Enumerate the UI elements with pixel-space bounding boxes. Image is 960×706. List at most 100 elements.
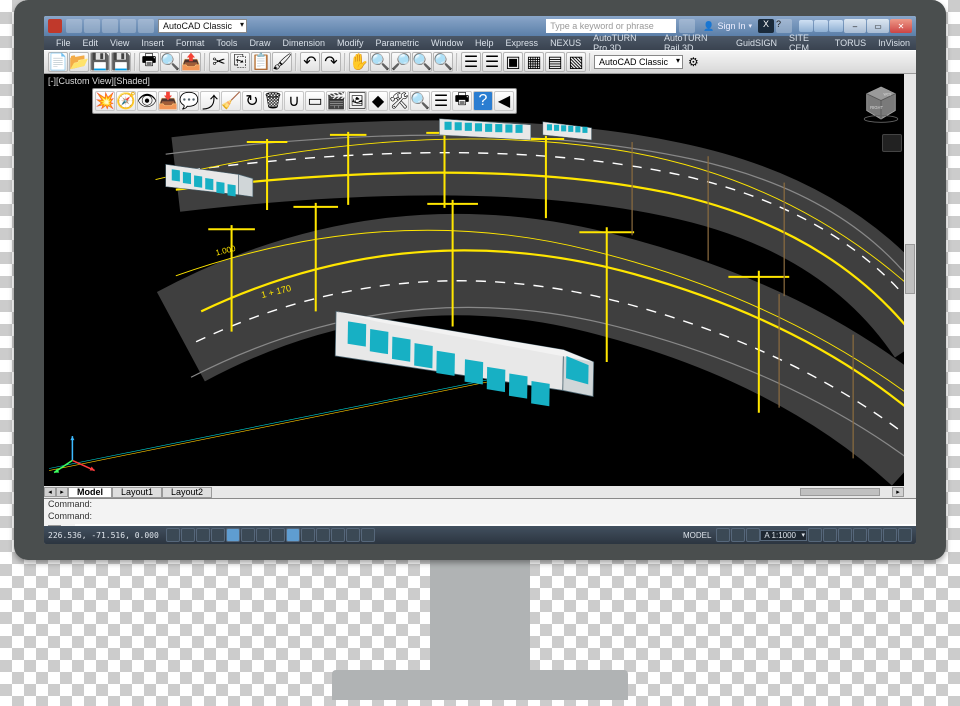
tool-zoom-in[interactable]: 🔎 <box>391 52 411 72</box>
menu-insert[interactable]: Insert <box>135 38 170 48</box>
float-tool-15[interactable]: 🛠 <box>389 91 409 111</box>
hscroll-thumb[interactable] <box>800 488 880 496</box>
menu-torus[interactable]: TORUS <box>829 38 872 48</box>
vertical-scrollbar[interactable] <box>904 74 916 498</box>
float-tool-8[interactable]: ↻ <box>242 91 262 111</box>
view-cube[interactable]: RIGHT WCS <box>860 82 902 124</box>
tool-save[interactable]: 💾 <box>90 52 110 72</box>
float-tool-3[interactable]: 👁 <box>137 91 157 111</box>
status-qv-layouts[interactable] <box>731 528 745 542</box>
tool-open[interactable]: 📂 <box>69 52 89 72</box>
menu-file[interactable]: File <box>50 38 77 48</box>
menu-parametric[interactable]: Parametric <box>370 38 426 48</box>
menu-nexus[interactable]: NEXUS <box>544 38 587 48</box>
qat-new[interactable] <box>66 19 82 33</box>
float-tool-4[interactable]: 📥 <box>158 91 178 111</box>
float-tool-7[interactable]: 🧹 <box>221 91 241 111</box>
status-polar[interactable] <box>211 528 225 542</box>
status-toolbar-lock[interactable] <box>853 528 867 542</box>
tool-match[interactable]: 🖌 <box>272 52 292 72</box>
status-clean-screen[interactable] <box>898 528 912 542</box>
float-tool-19[interactable]: ? <box>473 91 493 111</box>
floating-toolbar[interactable]: 💥 🧭 👁 📥 💬 ⤴ 🧹 ↻ 🗑 ∪ ▭ 🎬 🖼 ◆ 🛠 🔍 ☰ 🖶 ? <box>92 88 517 114</box>
qat-redo[interactable] <box>138 19 154 33</box>
annotation-scale[interactable]: A 1:1000 <box>760 530 807 541</box>
status-anno-vis[interactable] <box>808 528 822 542</box>
menu-guidsign[interactable]: GuidSIGN <box>730 38 783 48</box>
menu-view[interactable]: View <box>104 38 135 48</box>
tool-publish[interactable]: 📤 <box>181 52 201 72</box>
tool-cut[interactable]: ✂ <box>209 52 229 72</box>
drawing-viewport[interactable]: [-][Custom View][Shaded] 1.000 1 <box>44 74 916 498</box>
status-hardware-accel[interactable] <box>868 528 882 542</box>
search-button[interactable] <box>679 19 695 33</box>
workspace-settings-icon[interactable]: ⚙ <box>688 55 699 69</box>
tab-model[interactable]: Model <box>68 487 112 498</box>
tool-saveas[interactable]: 💾 <box>111 52 131 72</box>
tool-zoom-window[interactable]: 🔍 <box>412 52 432 72</box>
status-qp[interactable] <box>331 528 345 542</box>
menu-window[interactable]: Window <box>425 38 469 48</box>
tool-design-center[interactable]: ▣ <box>503 52 523 72</box>
tool-undo[interactable]: ↶ <box>300 52 320 72</box>
maximize-button[interactable]: ▭ <box>867 19 889 33</box>
qat-open[interactable] <box>84 19 100 33</box>
status-ducs[interactable] <box>271 528 285 542</box>
float-tool-18[interactable]: 🖶 <box>452 91 472 111</box>
toolbar-workspace-selector[interactable]: AutoCAD Classic <box>594 55 683 69</box>
menu-draw[interactable]: Draw <box>243 38 276 48</box>
qat-undo[interactable] <box>120 19 136 33</box>
menu-express[interactable]: Express <box>500 38 545 48</box>
status-model-label[interactable]: MODEL <box>683 531 711 540</box>
tool-sheet[interactable]: ▤ <box>545 52 565 72</box>
status-anno-auto[interactable] <box>823 528 837 542</box>
float-tool-12[interactable]: 🎬 <box>326 91 346 111</box>
status-sc[interactable] <box>346 528 360 542</box>
status-3dosnap[interactable] <box>241 528 255 542</box>
tool-redo[interactable]: ↷ <box>321 52 341 72</box>
tool-pan[interactable]: ✋ <box>349 52 369 72</box>
float-tool-9[interactable]: 🗑 <box>263 91 283 111</box>
float-tool-6[interactable]: ⤴ <box>200 91 220 111</box>
help-search-input[interactable]: Type a keyword or phrase <box>546 19 676 33</box>
hscroll-right[interactable]: ▸ <box>892 487 904 497</box>
status-am[interactable] <box>361 528 375 542</box>
float-tool-11[interactable]: ▭ <box>305 91 325 111</box>
status-grid[interactable] <box>181 528 195 542</box>
menu-dimension[interactable]: Dimension <box>276 38 331 48</box>
float-tool-16[interactable]: 🔍 <box>410 91 430 111</box>
tab-scroll-right[interactable]: ▸ <box>56 487 68 497</box>
float-tool-2[interactable]: 🧭 <box>116 91 136 111</box>
child-restore-button[interactable] <box>814 20 828 32</box>
status-tpy[interactable] <box>316 528 330 542</box>
status-lwt[interactable] <box>301 528 315 542</box>
exchange-button[interactable]: X <box>758 19 774 33</box>
tool-zoom[interactable]: 🔍 <box>433 52 453 72</box>
navigation-bar[interactable] <box>882 134 902 152</box>
child-minimize-button[interactable] <box>799 20 813 32</box>
tab-layout2[interactable]: Layout2 <box>162 487 212 498</box>
tool-print[interactable]: 🖶 <box>139 52 159 72</box>
tool-properties[interactable]: ☰ <box>482 52 502 72</box>
status-osnap[interactable] <box>226 528 240 542</box>
workspace-selector[interactable]: AutoCAD Classic <box>158 19 247 33</box>
tool-render[interactable]: ▧ <box>566 52 586 72</box>
float-tool-20[interactable]: ◀ <box>494 91 514 111</box>
float-tool-1[interactable]: 💥 <box>95 91 115 111</box>
status-qv-drawings[interactable] <box>746 528 760 542</box>
float-tool-5[interactable]: 💬 <box>179 91 199 111</box>
close-button[interactable]: ✕ <box>890 19 912 33</box>
menu-help[interactable]: Help <box>469 38 500 48</box>
app-logo-icon[interactable] <box>48 19 62 33</box>
tool-layers[interactable]: ☰ <box>461 52 481 72</box>
tool-paste[interactable]: 📋 <box>251 52 271 72</box>
child-close-button[interactable] <box>829 20 843 32</box>
tab-layout1[interactable]: Layout1 <box>112 487 162 498</box>
status-otrack[interactable] <box>256 528 270 542</box>
float-tool-17[interactable]: ☰ <box>431 91 451 111</box>
status-isolate[interactable] <box>883 528 897 542</box>
status-ortho[interactable] <box>196 528 210 542</box>
help-button[interactable]: ? <box>776 19 792 33</box>
menu-edit[interactable]: Edit <box>77 38 105 48</box>
minimize-button[interactable]: – <box>844 19 866 33</box>
